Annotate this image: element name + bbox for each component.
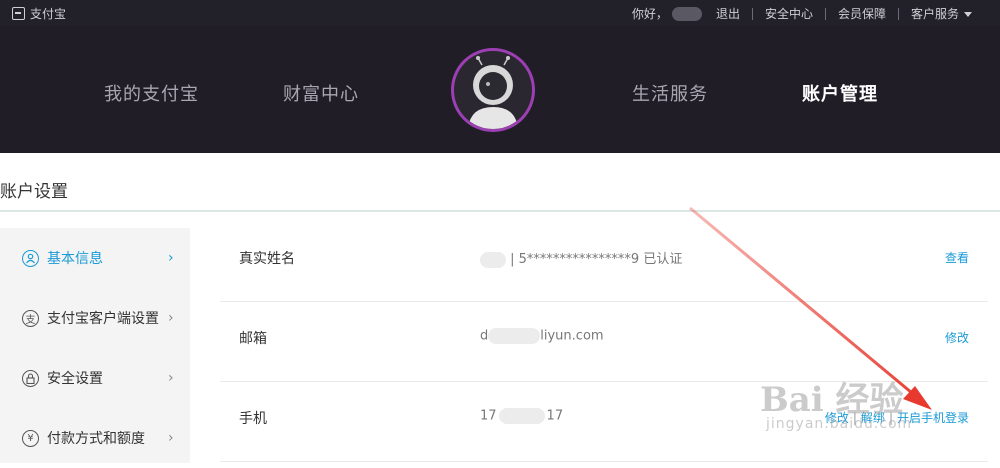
caret-down-icon bbox=[964, 12, 972, 17]
sidebar-item-label: 安全设置 bbox=[47, 371, 103, 387]
customer-service-menu[interactable]: 客户服务 bbox=[911, 5, 972, 22]
sidebar-item-label: 基本信息 bbox=[47, 251, 103, 267]
sidebar-item-security-settings[interactable]: 安全设置 › bbox=[0, 348, 190, 408]
currency-icon: 支 bbox=[22, 309, 39, 327]
row-email: 邮箱 d liyun.com 修改 bbox=[220, 302, 988, 382]
yen-icon: ¥ bbox=[22, 429, 39, 447]
brand-name: 支付宝 bbox=[30, 7, 67, 21]
divider bbox=[897, 7, 899, 20]
row-label: 真实姓名 bbox=[239, 251, 295, 267]
title-divider bbox=[0, 210, 1000, 212]
row-value: 17 17 bbox=[480, 408, 563, 424]
greeting-text: 你好， bbox=[631, 7, 668, 21]
top-bar: 支付宝 你好， 退出 安全中心 会员保障 客户服务 bbox=[0, 0, 1000, 26]
email-prefix: d bbox=[480, 328, 489, 344]
watermark-sub: jingyan.baidu.com bbox=[766, 416, 913, 432]
chevron-right-icon: › bbox=[168, 370, 174, 386]
divider bbox=[751, 7, 753, 20]
id-verified-text: | 5****************9 已认证 bbox=[510, 252, 683, 267]
edit-email-link[interactable]: 修改 bbox=[945, 329, 969, 346]
user-icon bbox=[22, 249, 39, 267]
chevron-right-icon: › bbox=[168, 310, 174, 326]
view-link[interactable]: 查看 bbox=[945, 249, 969, 266]
row-real-name: 真实姓名 | 5****************9 已认证 查看 bbox=[220, 222, 988, 302]
sidebar-item-client-settings[interactable]: 支 支付宝客户端设置 › bbox=[0, 288, 190, 348]
redacted-blur bbox=[488, 328, 541, 344]
logout-link[interactable]: 退出 bbox=[716, 5, 740, 22]
main-nav: 我的支付宝 财富中心 生活服务 账户管理 bbox=[0, 26, 1000, 153]
redacted-blur bbox=[498, 408, 545, 424]
row-value: d liyun.com bbox=[480, 328, 604, 344]
row-value: | 5****************9 已认证 bbox=[480, 248, 682, 268]
sidebar-item-basic-info[interactable]: 基本信息 › bbox=[0, 228, 190, 288]
nav-item-account-management[interactable]: 账户管理 bbox=[802, 80, 878, 106]
watermark-main: Bai 经验 bbox=[760, 380, 904, 420]
page-title: 账户设置 bbox=[0, 182, 68, 202]
sidebar-item-label: 支付宝客户端设置 bbox=[47, 311, 159, 327]
brand-logo[interactable]: 支付宝 bbox=[12, 5, 66, 22]
divider bbox=[824, 7, 826, 20]
username-redacted bbox=[671, 6, 702, 21]
row-label: 手机 bbox=[239, 411, 267, 427]
nav-item-my-alipay[interactable]: 我的支付宝 bbox=[104, 80, 199, 106]
avatar[interactable] bbox=[451, 48, 535, 132]
customer-service-label: 客户服务 bbox=[910, 7, 959, 21]
nav-item-life-services[interactable]: 生活服务 bbox=[632, 80, 708, 106]
email-suffix: liyun.com bbox=[540, 328, 604, 344]
astronaut-avatar-icon bbox=[468, 56, 518, 129]
sidebar-item-payment-methods[interactable]: ¥ 付款方式和额度 › bbox=[0, 408, 190, 468]
nav-item-wealth-center[interactable]: 财富中心 bbox=[283, 80, 359, 106]
chevron-right-icon: › bbox=[168, 430, 174, 446]
member-guarantee-link[interactable]: 会员保障 bbox=[838, 5, 886, 22]
baidu-jingyan-watermark: Bai 经验 jingyan.baidu.com bbox=[760, 372, 990, 442]
redacted-blur bbox=[480, 251, 506, 268]
phone-prefix: 17 bbox=[480, 408, 497, 424]
phone-suffix: 17 bbox=[546, 408, 564, 424]
sidebar: 基本信息 › 支 支付宝客户端设置 › 安全设置 › ¥ 付款方式和额度 › bbox=[0, 228, 190, 463]
sidebar-item-label: 付款方式和额度 bbox=[47, 431, 145, 447]
alipay-logo-icon bbox=[12, 7, 25, 20]
row-label: 邮箱 bbox=[239, 331, 267, 347]
security-center-link[interactable]: 安全中心 bbox=[765, 5, 813, 22]
lock-icon bbox=[22, 369, 39, 387]
chevron-right-icon: › bbox=[168, 250, 174, 266]
top-links: 你好， 退出 安全中心 会员保障 客户服务 bbox=[632, 5, 972, 22]
